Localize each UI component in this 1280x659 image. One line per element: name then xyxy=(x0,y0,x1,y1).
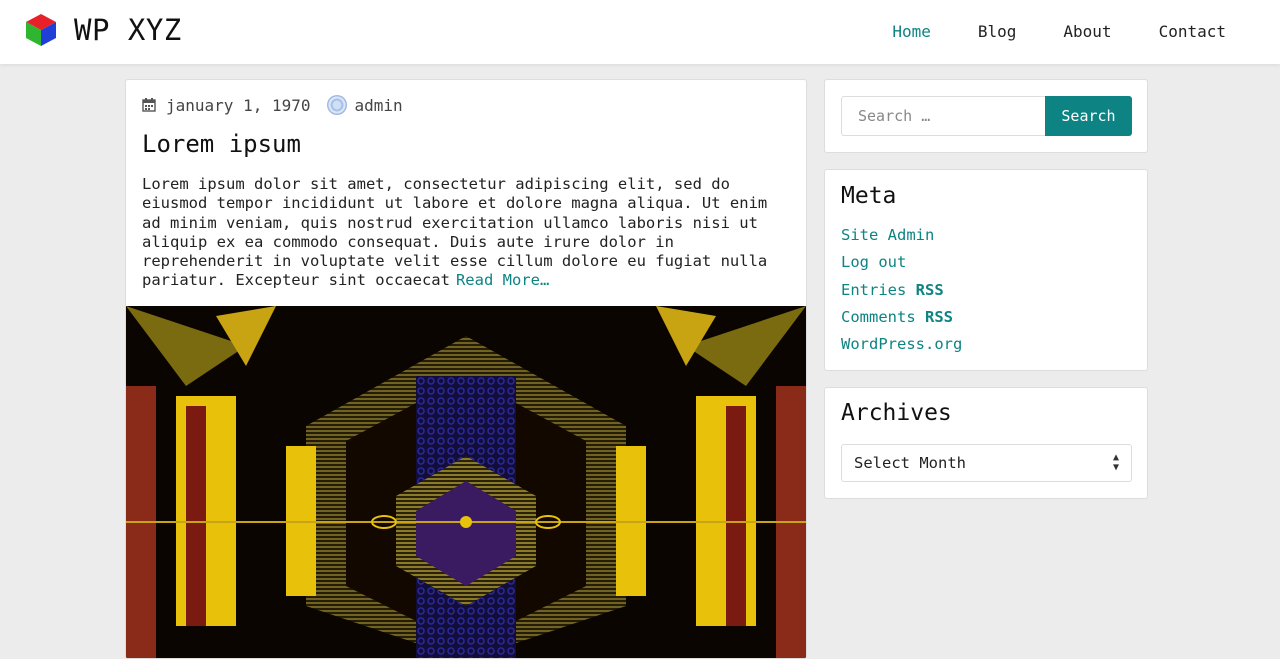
entries-rss-link[interactable]: Entries RSS xyxy=(841,281,944,299)
list-item: WordPress.org xyxy=(841,335,962,362)
post-date[interactable]: january 1, 1970 xyxy=(166,96,311,115)
list-item: Log out xyxy=(841,253,962,280)
log-out-link[interactable]: Log out xyxy=(841,253,906,271)
post-title[interactable]: Lorem ipsum xyxy=(142,130,301,158)
site-header: WP XYZ Home Blog About Contact xyxy=(0,0,1280,64)
list-item: Comments RSS xyxy=(841,308,962,335)
kaleidoscope-image[interactable] xyxy=(126,306,806,658)
rgb-cube-icon[interactable] xyxy=(24,12,58,48)
post-excerpt-text: Lorem ipsum dolor sit amet, consectetur … xyxy=(142,175,768,290)
post-meta: january 1, 1970 admin xyxy=(142,95,403,115)
nav-blog[interactable]: Blog xyxy=(978,22,1017,41)
post-author[interactable]: admin xyxy=(355,96,403,115)
author-avatar xyxy=(326,95,347,115)
link-label: Log out xyxy=(841,253,907,272)
comments-rss-link[interactable]: Comments RSS xyxy=(841,308,953,326)
rss-abbr: RSS xyxy=(925,307,953,326)
calendar-icon xyxy=(142,98,156,112)
archives-dropdown[interactable]: Select Month ▲ ▼ xyxy=(841,444,1132,482)
link-label: Comments xyxy=(841,307,925,326)
archives-selected: Select Month xyxy=(854,454,966,472)
meta-widget: Meta Site Admin Log out Entries RSS Comm… xyxy=(824,169,1148,371)
archives-widget: Archives Select Month ▲ ▼ xyxy=(824,387,1148,499)
wordpress-org-link[interactable]: WordPress.org xyxy=(841,335,962,353)
post-excerpt: Lorem ipsum dolor sit amet, consectetur … xyxy=(142,175,794,291)
nav-home[interactable]: Home xyxy=(892,22,931,41)
link-label: Entries xyxy=(841,280,916,299)
site-admin-link[interactable]: Site Admin xyxy=(841,226,934,244)
meta-title: Meta xyxy=(841,183,897,209)
read-more-link[interactable]: Read More… xyxy=(456,271,549,289)
search-input[interactable] xyxy=(841,96,1045,136)
link-label: WordPress.org xyxy=(841,335,963,354)
link-label: Site Admin xyxy=(841,226,935,244)
archives-title: Archives xyxy=(841,400,952,426)
nav-about[interactable]: About xyxy=(1063,22,1111,41)
rss-abbr: RSS xyxy=(915,280,944,299)
sort-caret-icon: ▲ ▼ xyxy=(1112,452,1119,473)
list-item: Site Admin xyxy=(841,226,962,253)
search-widget: Search xyxy=(824,79,1148,153)
site-title[interactable]: WP XYZ xyxy=(74,13,182,47)
nav-contact[interactable]: Contact xyxy=(1159,22,1226,41)
search-button[interactable]: Search xyxy=(1045,96,1132,136)
post-card: january 1, 1970 admin Lorem ipsum Lorem … xyxy=(125,79,807,659)
meta-list: Site Admin Log out Entries RSS Comments … xyxy=(841,226,962,362)
main-nav: Home Blog About Contact xyxy=(845,22,1226,41)
list-item: Entries RSS xyxy=(841,281,962,308)
